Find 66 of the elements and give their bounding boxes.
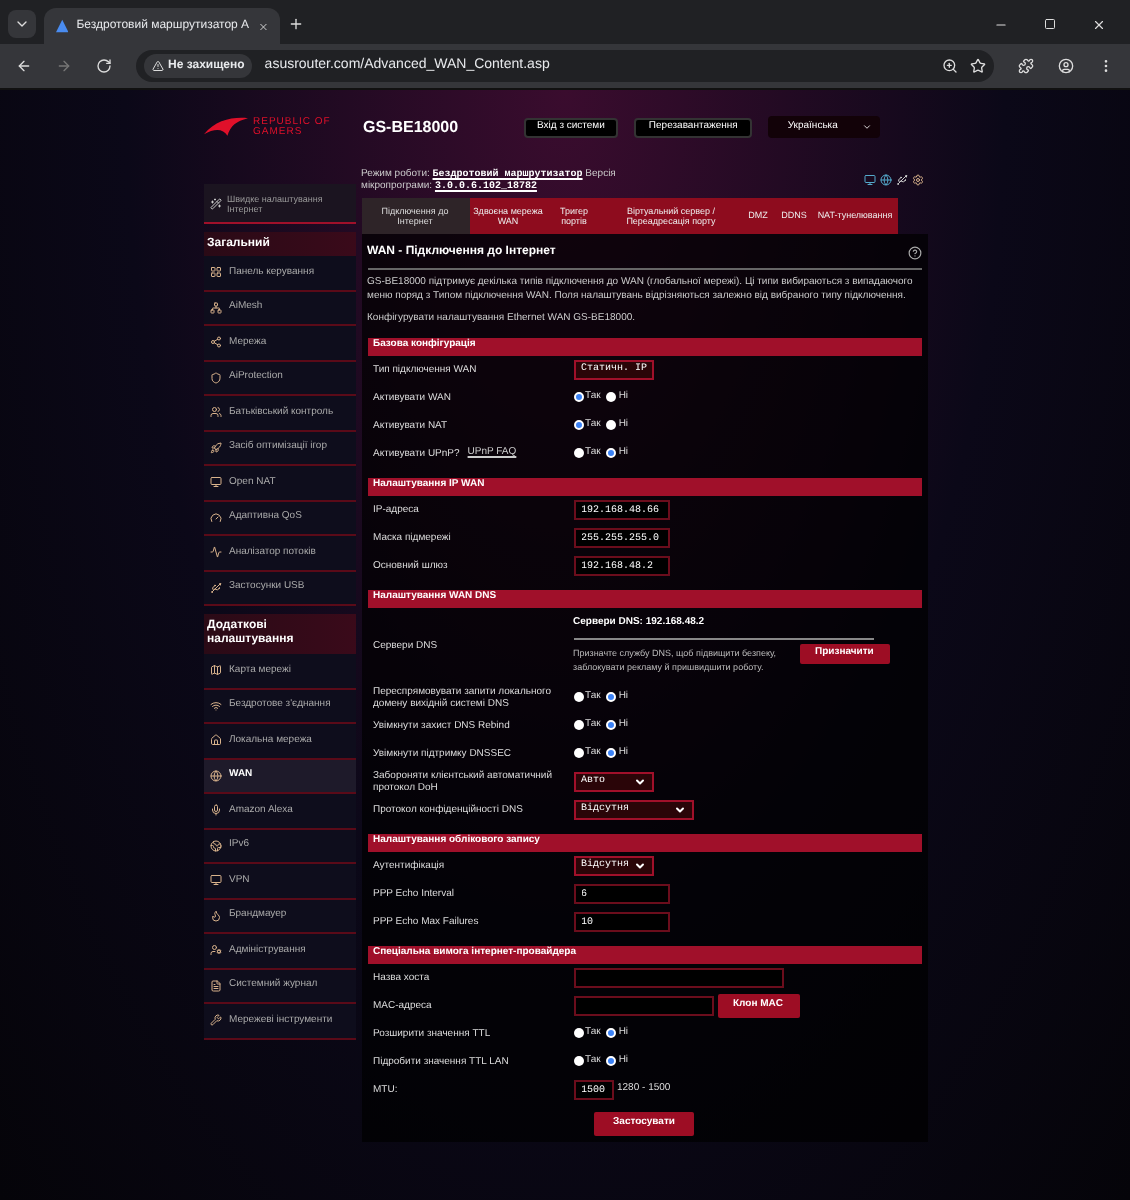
radio-button[interactable] [573, 448, 583, 458]
minimize-icon[interactable] [994, 18, 1008, 32]
rocket-icon [209, 441, 221, 454]
star-icon[interactable] [970, 58, 986, 74]
caret-icon [861, 122, 872, 132]
maximize-icon[interactable] [1044, 18, 1056, 30]
globe-icon [209, 839, 221, 852]
user-gear-icon [209, 944, 221, 957]
network-icon [209, 301, 221, 314]
monitor-icon[interactable] [863, 174, 875, 186]
document-icon [209, 979, 221, 992]
monitor-icon [209, 476, 221, 489]
radio-button[interactable] [573, 392, 583, 402]
monitor-icon [209, 874, 221, 887]
caret-icon [14, 16, 30, 32]
wifi-icon [209, 699, 221, 712]
usb-icon[interactable] [895, 174, 907, 186]
forward-icon[interactable] [56, 58, 72, 74]
close-icon[interactable] [1092, 18, 1106, 32]
wrench-icon [209, 1014, 221, 1027]
microphone-icon [209, 804, 221, 817]
caret-icon [633, 775, 645, 787]
reload-icon[interactable] [96, 58, 112, 74]
radio-button[interactable] [606, 748, 617, 758]
model-name: GS-BE18000 [363, 115, 461, 139]
caret-icon [633, 859, 645, 871]
help-icon[interactable] [907, 246, 921, 260]
radio-button[interactable] [573, 692, 583, 702]
input-field[interactable] [573, 995, 713, 1015]
gear-icon[interactable] [911, 174, 923, 186]
radio-button[interactable] [606, 392, 617, 402]
radio-button[interactable] [573, 1028, 583, 1038]
radio-button[interactable] [573, 748, 583, 758]
zoom-icon[interactable] [942, 58, 958, 74]
radio-button[interactable] [573, 1056, 583, 1066]
radio-button[interactable] [606, 1056, 617, 1066]
new-tab-icon[interactable] [288, 16, 304, 32]
puzzle-icon[interactable] [1018, 58, 1034, 74]
globe-icon [209, 769, 221, 782]
caret-icon [673, 803, 685, 815]
usb-icon [209, 581, 221, 594]
flame-icon [209, 909, 221, 922]
users-icon [209, 406, 221, 419]
gauge-icon [209, 511, 221, 524]
wand-icon [209, 197, 221, 209]
triangle-icon [56, 18, 69, 34]
radio-button[interactable] [606, 692, 617, 702]
shield-icon [209, 371, 221, 384]
home-icon [209, 734, 221, 747]
warning-icon [152, 60, 164, 72]
share-icon [209, 336, 221, 349]
radio-button[interactable] [573, 420, 583, 430]
radio-button[interactable] [606, 420, 617, 430]
map-icon [209, 664, 221, 677]
radio-button[interactable] [606, 1028, 617, 1038]
grid-icon [209, 266, 221, 279]
radio-button[interactable] [606, 448, 617, 458]
input-field[interactable] [573, 967, 783, 987]
profile-icon[interactable] [1058, 58, 1074, 74]
radio-button[interactable] [606, 720, 617, 730]
tab-list-button[interactable] [8, 10, 36, 38]
radio-button[interactable] [573, 720, 583, 730]
back-icon[interactable] [16, 58, 32, 74]
activity-icon [209, 546, 221, 559]
globe-icon[interactable] [879, 174, 891, 186]
eye-logo-icon [203, 116, 247, 138]
